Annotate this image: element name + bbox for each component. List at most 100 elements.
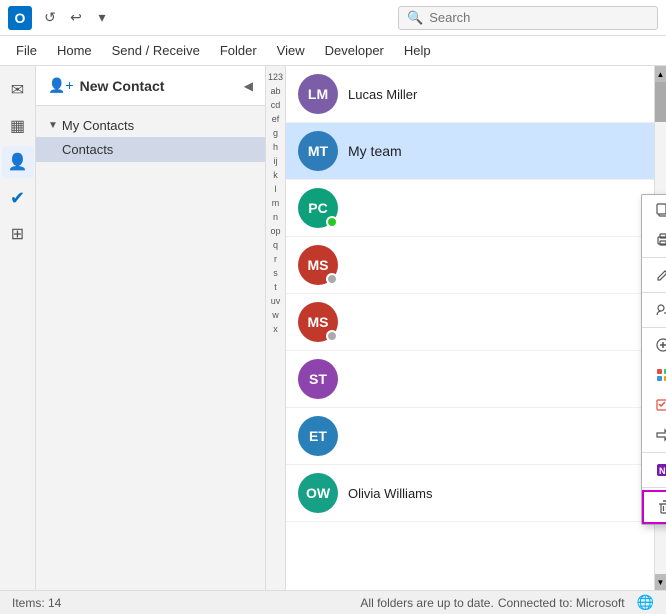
ctx-separator-4 bbox=[642, 452, 666, 453]
ctx-categorize[interactable]: Categorize › bbox=[642, 360, 666, 390]
alpha-op[interactable]: op bbox=[270, 224, 280, 238]
undo-icon[interactable]: ↩ bbox=[66, 8, 86, 28]
alpha-t[interactable]: t bbox=[274, 280, 277, 294]
ctx-separator-3 bbox=[642, 327, 666, 328]
avatar-badge bbox=[326, 216, 338, 228]
search-input[interactable] bbox=[429, 10, 649, 25]
onenote-icon: N bbox=[654, 461, 666, 479]
ctx-edit-contact[interactable]: Edit Contact bbox=[642, 260, 666, 290]
avatar: OW bbox=[298, 473, 338, 513]
ctx-move[interactable]: Move › bbox=[642, 420, 666, 450]
section-label: My Contacts bbox=[62, 118, 134, 133]
avatar: MS bbox=[298, 302, 338, 342]
avatar: ET bbox=[298, 416, 338, 456]
alpha-uv[interactable]: uv bbox=[271, 294, 281, 308]
contact-item-ms1[interactable]: MS bbox=[286, 237, 666, 294]
ctx-separator-2 bbox=[642, 292, 666, 293]
search-box[interactable]: 🔍 bbox=[398, 6, 658, 30]
nav-item-contacts[interactable]: Contacts bbox=[36, 137, 265, 162]
categorize-icon bbox=[654, 366, 666, 384]
search-icon: 🔍 bbox=[407, 10, 423, 26]
alpha-l[interactable]: l bbox=[275, 182, 277, 196]
ctx-quick-print[interactable]: Quick Print bbox=[642, 225, 666, 255]
app-logo: O bbox=[8, 6, 32, 30]
ctx-send-onenote[interactable]: N Send to OneNote bbox=[642, 455, 666, 485]
alpha-ef[interactable]: ef bbox=[272, 112, 280, 126]
contact-list: LM Lucas Miller MT My team PC MS bbox=[286, 66, 666, 590]
edit-icon bbox=[654, 266, 666, 284]
menu-file[interactable]: File bbox=[6, 39, 47, 62]
alpha-x[interactable]: x bbox=[273, 322, 278, 336]
alpha-s[interactable]: s bbox=[273, 266, 278, 280]
contact-item-st[interactable]: ST bbox=[286, 351, 666, 408]
nav-header: 👤+ New Contact ◀ bbox=[36, 66, 265, 106]
create-icon bbox=[654, 336, 666, 354]
alpha-g[interactable]: g bbox=[273, 126, 278, 140]
contact-name: My team bbox=[348, 143, 402, 159]
sidebar-item-tasks[interactable]: ✔ bbox=[2, 182, 34, 214]
sidebar-item-contacts[interactable]: 👤 bbox=[2, 146, 34, 178]
items-count: Items: 14 bbox=[12, 596, 61, 610]
title-bar: O ↺ ↩ ▾ 🔍 bbox=[0, 0, 666, 36]
sidebar: ✉ ▦ 👤 ✔ ⊞ bbox=[0, 66, 36, 590]
new-contact-icon: 👤+ bbox=[48, 77, 74, 94]
contact-item[interactable]: LM Lucas Miller bbox=[286, 66, 666, 123]
contact-item-et[interactable]: ET bbox=[286, 408, 666, 465]
alpha-q[interactable]: q bbox=[273, 238, 278, 252]
ctx-delete[interactable]: Delete bbox=[642, 490, 666, 524]
alpha-m[interactable]: m bbox=[272, 196, 280, 210]
context-menu: Copy Quick Print Edit Contact bbox=[641, 194, 666, 525]
menu-view[interactable]: View bbox=[267, 39, 315, 62]
menu-help[interactable]: Help bbox=[394, 39, 441, 62]
contact-item-ow[interactable]: OW Olivia Williams bbox=[286, 465, 666, 522]
scroll-up-button[interactable]: ▲ bbox=[655, 66, 666, 82]
avatar: PC bbox=[298, 188, 338, 228]
main-area: ✉ ▦ 👤 ✔ ⊞ 👤+ New Contact ◀ ▼ My Contacts… bbox=[0, 66, 666, 590]
ctx-follow-up[interactable]: Follow Up › bbox=[642, 390, 666, 420]
alpha-ij[interactable]: ij bbox=[274, 154, 278, 168]
ctx-create[interactable]: Create › bbox=[642, 330, 666, 360]
svg-text:N: N bbox=[659, 466, 666, 476]
avatar: MS bbox=[298, 245, 338, 285]
nav-header-title: New Contact bbox=[80, 78, 165, 94]
contact-item-ms2[interactable]: MS bbox=[286, 294, 666, 351]
my-contacts-header[interactable]: ▼ My Contacts bbox=[36, 114, 265, 137]
menu-home[interactable]: Home bbox=[47, 39, 102, 62]
alpha-k[interactable]: k bbox=[273, 168, 278, 182]
alpha-h[interactable]: h bbox=[273, 140, 278, 154]
globe-icon: 🌐 bbox=[637, 594, 654, 611]
delete-icon bbox=[656, 498, 666, 516]
alpha-ab[interactable]: ab bbox=[270, 84, 280, 98]
refresh-icon[interactable]: ↺ bbox=[40, 8, 60, 28]
contact-item-pc[interactable]: PC bbox=[286, 180, 666, 237]
dropdown-icon[interactable]: ▾ bbox=[92, 8, 112, 28]
alpha-cd[interactable]: cd bbox=[271, 98, 281, 112]
ctx-separator-1 bbox=[642, 257, 666, 258]
ctx-copy[interactable]: Copy bbox=[642, 195, 666, 225]
scroll-down-button[interactable]: ▼ bbox=[655, 574, 666, 590]
sidebar-item-calendar[interactable]: ▦ bbox=[2, 110, 34, 142]
move-icon bbox=[654, 426, 666, 444]
contact-item-my-team[interactable]: MT My team bbox=[286, 123, 666, 180]
scroll-thumb[interactable] bbox=[655, 82, 666, 122]
nav-collapse-button[interactable]: ◀ bbox=[244, 79, 253, 93]
alpha-w[interactable]: w bbox=[272, 308, 279, 322]
nav-section: ▼ My Contacts Contacts bbox=[36, 106, 265, 170]
alpha-123[interactable]: 123 bbox=[268, 70, 283, 84]
menu-folder[interactable]: Folder bbox=[210, 39, 267, 62]
copy-icon bbox=[654, 201, 666, 219]
alpha-r[interactable]: r bbox=[274, 252, 277, 266]
contact-name: Lucas Miller bbox=[348, 87, 417, 102]
title-bar-icons: ↺ ↩ ▾ bbox=[40, 8, 112, 28]
avatar-badge bbox=[326, 330, 338, 342]
contact-scroll[interactable]: LM Lucas Miller MT My team PC MS bbox=[286, 66, 666, 590]
sidebar-item-notes[interactable]: ⊞ bbox=[2, 218, 34, 250]
print-icon bbox=[654, 231, 666, 249]
status-bar: Items: 14 All folders are up to date. Co… bbox=[0, 590, 666, 614]
menu-developer[interactable]: Developer bbox=[315, 39, 394, 62]
alpha-n[interactable]: n bbox=[273, 210, 278, 224]
menu-send-receive[interactable]: Send / Receive bbox=[102, 39, 210, 62]
sidebar-item-mail[interactable]: ✉ bbox=[2, 74, 34, 106]
ctx-forward-contact[interactable]: Forward Contact › bbox=[642, 295, 666, 325]
sync-status: All folders are up to date. bbox=[360, 596, 493, 610]
